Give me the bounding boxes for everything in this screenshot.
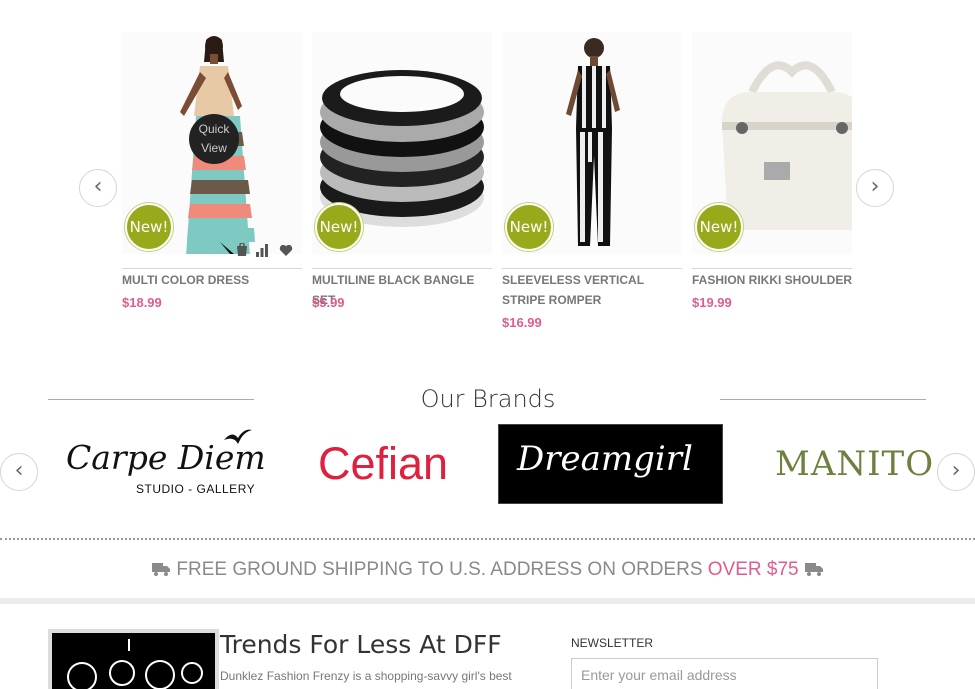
product-price: $18.99 [122,295,162,310]
product-name[interactable]: SLEEVELESS VERTICAL STRIPE ROMPER [502,270,684,310]
new-badge: New! [695,203,743,251]
footer-title: Trends For Less At DFF [220,630,502,659]
brand-logo-carpe-diem[interactable]: Carpe Diem STUDIO - GALLERY [60,424,266,504]
divider [502,268,682,269]
chevron-left-icon: ‹ [93,174,103,199]
brands-next-button[interactable]: › [937,453,975,491]
product-price: $19.99 [692,295,732,310]
product-card[interactable]: New! MULTILINE BLACK BANGLE SET $5.99 [312,32,492,337]
divider [720,399,926,400]
brand-logo-manito[interactable]: MANITO [775,424,933,504]
brand-name: Dreamgirl [517,439,693,479]
product-card[interactable]: Quick View New! MULTI COLOR DRESS $18.99 [122,32,302,337]
cart-icon[interactable] [235,243,251,259]
brand-subtitle: STUDIO - GALLERY [136,482,256,496]
new-badge: New! [315,203,363,251]
chevron-right-icon: › [870,174,880,199]
product-price: $5.99 [312,295,345,310]
shipping-banner: FREE GROUND SHIPPING TO U.S. ADDRESS ON … [0,559,975,581]
brands-heading: Our Brands [420,385,556,413]
footer-description: Dunklez Fashion Frenzy is a shopping-sav… [220,669,512,683]
product-name[interactable]: FASHION RIKKI SHOULDER BAG [692,270,852,290]
divider [48,399,254,400]
carousel-window: Quick View New! MULTI COLOR DRESS $18.99 [122,32,852,342]
product-carousel: ‹ Quick View New! MULTI COLOR DRESS $18.… [0,0,975,345]
brand-logo-cefian[interactable]: Cefian [318,424,458,504]
bird-icon [224,429,252,444]
quick-view-button[interactable]: Quick View [189,114,239,164]
truck-icon [804,563,823,576]
dotted-divider [0,538,975,540]
brand-name: MANITO [775,444,935,484]
newsletter-label: NEWSLETTER [571,636,654,650]
product-name[interactable]: MULTI COLOR DRESS [122,270,304,290]
divider [122,268,302,269]
carousel-next-button[interactable]: › [856,169,894,207]
brands-prev-button[interactable]: ‹ [0,453,38,491]
shipping-text: FREE GROUND SHIPPING TO U.S. ADDRESS ON … [176,559,708,580]
brand-logo-dreamgirl[interactable]: Dreamgirl [498,424,723,504]
new-badge: New! [505,203,553,251]
product-card[interactable]: New! SLEEVELESS VERTICAL STRIPE ROMPER $… [502,32,682,337]
new-badge: New! [125,203,173,251]
product-price: $16.99 [502,315,542,330]
chevron-left-icon: ‹ [14,458,24,483]
footer-image [48,629,219,689]
truck-icon [152,563,171,576]
product-actions [235,243,305,259]
brand-name: Cefian [318,438,449,489]
wishlist-icon[interactable] [279,243,295,259]
product-card[interactable]: New! FASHION RIKKI SHOULDER BAG $19.99 [692,32,852,337]
newsletter-email-input[interactable] [571,658,878,689]
divider [312,268,492,269]
divider [692,268,852,269]
carousel-prev-button[interactable]: ‹ [79,169,117,207]
chevron-right-icon: › [951,458,961,483]
section-divider [0,598,975,604]
compare-icon[interactable] [255,243,271,259]
shipping-highlight: OVER $75 [707,559,799,580]
